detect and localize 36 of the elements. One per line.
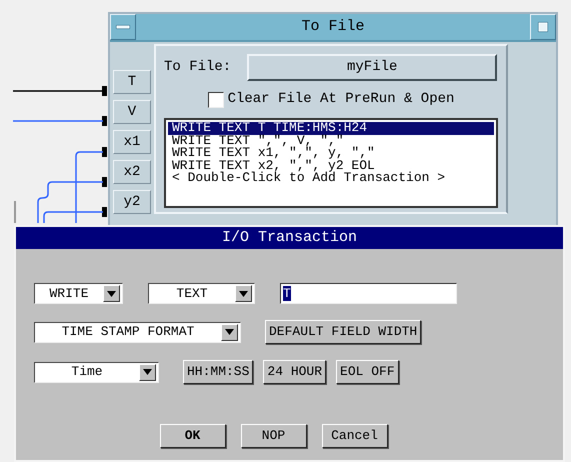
input-terminal[interactable]: y2 (113, 190, 151, 214)
option-button[interactable]: 24 HOUR (263, 360, 326, 384)
format-dropdown[interactable]: TIME STAMP FORMAT (34, 322, 241, 342)
transaction-item[interactable]: WRITE TEXT x1, ",", y, "," (168, 147, 494, 160)
transaction-item[interactable]: WRITE TEXT T TIME:HMS:H24 (168, 122, 494, 134)
input-terminal[interactable]: V (113, 100, 151, 124)
caret-icon (221, 324, 238, 340)
dialog-button[interactable]: NOP (240, 424, 306, 448)
time-dropdown[interactable]: Time (34, 362, 159, 382)
dialog-button[interactable]: OK (160, 424, 226, 448)
dialog-button[interactable]: Cancel (322, 424, 388, 448)
minimize-icon (116, 25, 130, 29)
window-title: To File (300, 16, 366, 37)
checkbox[interactable] (208, 92, 224, 108)
field-width-button[interactable]: DEFAULT FIELD WIDTH (265, 320, 422, 344)
encoding-dropdown[interactable]: TEXT (148, 283, 255, 304)
checkbox-label: Clear File At PreRun & Open (228, 90, 454, 109)
transaction-item[interactable]: < Double-Click to Add Transaction > (168, 172, 494, 184)
transaction-item[interactable]: WRITE TEXT x2, ",", y2 EOL (168, 160, 494, 172)
input-terminal[interactable]: x2 (113, 160, 151, 184)
input-terminal[interactable]: x1 (113, 130, 151, 154)
option-button[interactable]: HH:MM:SS (183, 360, 254, 384)
caret-icon (103, 285, 120, 302)
option-button[interactable]: EOL OFF (336, 360, 399, 384)
dialog-title: I/O Transaction (16, 227, 563, 249)
expression-field[interactable]: T (280, 283, 457, 304)
action-dropdown[interactable]: WRITE (34, 283, 123, 304)
caret-icon (235, 285, 252, 302)
input-terminal[interactable]: T (113, 70, 151, 94)
caret-icon (139, 364, 156, 380)
maximize-icon (538, 22, 548, 32)
transaction-item[interactable]: WRITE TEXT ",", V, "," (168, 134, 494, 147)
maximize-button[interactable] (530, 14, 556, 40)
file-name-button[interactable]: myFile (247, 54, 498, 81)
file-label: To File: (164, 58, 232, 77)
minimize-button[interactable] (110, 14, 136, 40)
